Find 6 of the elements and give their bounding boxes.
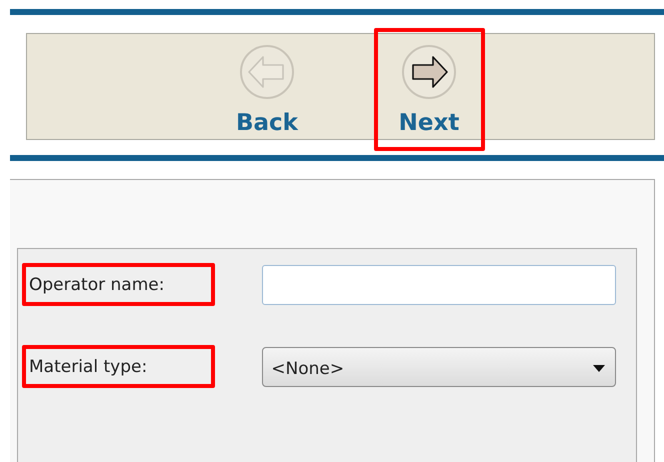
next-button[interactable]: Next (398, 34, 460, 139)
material-type-dropdown[interactable]: <None> (262, 346, 616, 386)
field-label: Operator name: (29, 274, 164, 294)
field-label: Material type: (29, 356, 148, 376)
operator-name-field[interactable] (262, 264, 616, 304)
dropdown-icon (593, 365, 605, 372)
